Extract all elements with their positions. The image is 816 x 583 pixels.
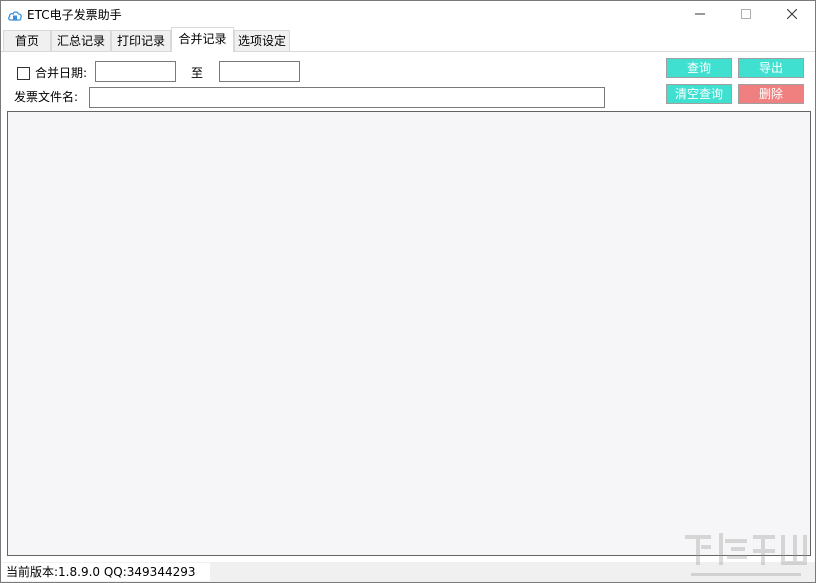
title-bar[interactable]: ETC电子发票助手 xyxy=(1,1,815,29)
merge-date-to-input[interactable] xyxy=(219,61,300,82)
merge-date-checkbox[interactable] xyxy=(17,67,30,80)
window-title: ETC电子发票助手 xyxy=(27,8,122,22)
close-icon xyxy=(786,8,798,22)
status-bar: 当前版本:1.8.9.0 QQ:349344293 xyxy=(1,562,815,582)
invoice-filename-input[interactable] xyxy=(89,87,605,108)
version-status-text: 当前版本:1.8.9.0 QQ:349344293 xyxy=(1,563,210,581)
app-window: ETC电子发票助手 首页 汇总记录 打印记录 合并记录 选项设定 合并日期: 至… xyxy=(0,0,816,583)
merge-date-from-input[interactable] xyxy=(95,61,176,82)
invoice-filename-label: 发票文件名: xyxy=(14,90,79,104)
tab-options[interactable]: 选项设定 xyxy=(234,30,290,51)
merge-date-label: 合并日期: xyxy=(35,66,88,80)
clear-query-button[interactable]: 清空查询 xyxy=(666,84,732,104)
close-button[interactable] xyxy=(769,1,815,29)
cloud-document-icon xyxy=(7,7,23,23)
tab-strip: 首页 汇总记录 打印记录 合并记录 选项设定 xyxy=(1,27,815,52)
delete-button[interactable]: 删除 xyxy=(738,84,804,104)
date-range-separator: 至 xyxy=(191,66,204,80)
merge-records-grid[interactable] xyxy=(7,111,811,556)
tab-home[interactable]: 首页 xyxy=(3,30,51,51)
maximize-icon xyxy=(741,8,751,22)
tab-strip-divider xyxy=(1,51,815,52)
tab-print-records[interactable]: 打印记录 xyxy=(111,30,171,51)
maximize-button[interactable] xyxy=(723,1,769,29)
query-button[interactable]: 查询 xyxy=(666,58,732,78)
minimize-button[interactable] xyxy=(677,1,723,29)
export-button[interactable]: 导出 xyxy=(738,58,804,78)
tab-summary-records[interactable]: 汇总记录 xyxy=(51,30,111,51)
tab-merge-records[interactable]: 合并记录 xyxy=(171,27,234,52)
minimize-icon xyxy=(695,8,705,22)
